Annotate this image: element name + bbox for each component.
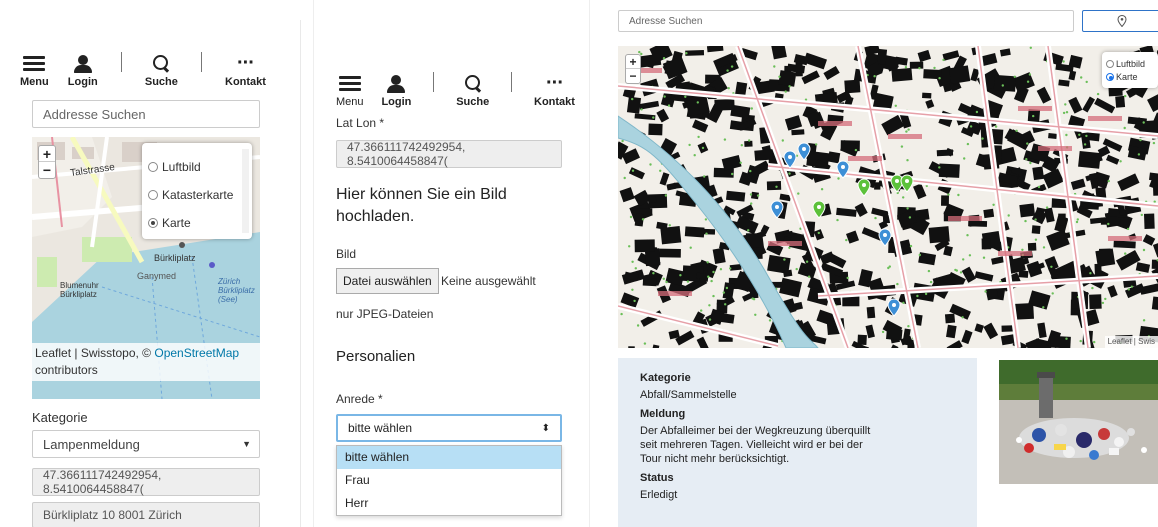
- address-search-input[interactable]: Addresse Suchen: [32, 100, 260, 128]
- search-button[interactable]: Suche: [145, 54, 178, 88]
- bild-label: Bild: [336, 247, 357, 261]
- status-heading: Status: [640, 472, 674, 484]
- status-value: Erledigt: [640, 489, 678, 501]
- menu-button[interactable]: Menu: [20, 53, 49, 88]
- zoom-in-button[interactable]: +: [626, 55, 640, 69]
- anrede-dropdown: bitte wählen Frau Herr: [336, 445, 562, 516]
- report-details: Kategorie Abfall/Sammelstelle Meldung De…: [618, 358, 977, 527]
- anrede-label: Anrede *: [336, 392, 383, 406]
- anrede-option[interactable]: Frau: [337, 469, 561, 492]
- anrede-select[interactable]: bitte wählen ⬍: [336, 414, 562, 442]
- openstreetmap-link[interactable]: OpenStreetMap: [154, 346, 239, 360]
- more-icon: ···: [236, 52, 255, 74]
- anrede-option[interactable]: bitte wählen: [337, 446, 561, 469]
- kategorie-select[interactable]: Lampenmeldung ▼: [32, 430, 260, 458]
- address-field: Bürkliplatz 10 8001 Zürich: [32, 502, 260, 527]
- layer-option-luftbild[interactable]: Luftbild: [148, 153, 252, 181]
- caret-down-icon: ▼: [242, 439, 251, 449]
- zoom-control: + −: [38, 145, 56, 179]
- radio-icon: [148, 162, 158, 172]
- hamburger-icon: [23, 53, 46, 74]
- mobile-view-map-form: Menu Login Suche ··· Kontakt Addresse Su…: [10, 0, 280, 527]
- panel-divider: [300, 20, 301, 527]
- top-nav: Menu Login Suche ··· Kontakt: [336, 72, 575, 108]
- layer-option-luftbild[interactable]: Luftbild: [1106, 57, 1158, 70]
- zoom-out-button[interactable]: −: [626, 69, 640, 83]
- contact-button[interactable]: ··· Kontakt: [225, 52, 266, 88]
- menu-button[interactable]: Menu: [336, 73, 364, 108]
- latlon-label: Lat Lon *: [336, 116, 385, 130]
- layer-option-karte[interactable]: Karte: [1106, 70, 1158, 83]
- caret-updown-icon: ⬍: [541, 422, 550, 434]
- personalien-heading: Personalien: [336, 348, 416, 365]
- meldung-heading: Meldung: [640, 408, 686, 420]
- zoom-out-button[interactable]: −: [39, 162, 55, 178]
- search-button[interactable]: Suche: [456, 74, 489, 108]
- kategorie-heading: Kategorie: [640, 372, 691, 384]
- map-attribution: Leaflet | Swisstopo, © OpenStreetMap con…: [32, 343, 260, 381]
- search-icon: [463, 74, 483, 94]
- kategorie-label: Kategorie: [32, 410, 88, 425]
- search-icon: [151, 54, 171, 74]
- map-attribution: Leaflet | Swis: [1104, 336, 1158, 348]
- nav-separator: [120, 52, 122, 72]
- radio-icon: [1106, 59, 1114, 68]
- layer-option-katasterkarte[interactable]: Katasterkarte: [148, 181, 252, 209]
- nav-separator: [200, 52, 202, 72]
- location-pin-icon: [1117, 15, 1127, 27]
- layer-switcher: Luftbild Katasterkarte Karte: [142, 143, 252, 239]
- map[interactable]: + − Luftbild Karte Leaflet | Swis: [618, 46, 1158, 348]
- radio-icon: [148, 190, 158, 200]
- user-icon: [386, 75, 406, 94]
- login-button[interactable]: Login: [68, 55, 98, 88]
- layer-switcher: Luftbild Karte: [1102, 52, 1158, 88]
- locate-button[interactable]: [1082, 10, 1158, 32]
- layer-scrollbar[interactable]: [242, 149, 249, 233]
- nav-separator: [433, 72, 435, 92]
- map-tiles: [618, 46, 1158, 348]
- file-choose-button[interactable]: Datei auswählen: [336, 268, 439, 294]
- login-button[interactable]: Login: [381, 75, 411, 108]
- nav-separator: [511, 72, 513, 92]
- map-label: Zürich Bürkliplatz (See): [218, 277, 255, 304]
- meldung-value: Der Abfalleimer bei der Wegkreuzung über…: [640, 425, 871, 465]
- map[interactable]: Talstrasse Bürkliplatz Ganymed Blumenuhr…: [32, 137, 260, 399]
- contact-button[interactable]: ··· Kontakt: [534, 72, 575, 108]
- report-photo[interactable]: [999, 360, 1158, 484]
- latlon-field: 47.366111742492954, 8.5410064458847(: [336, 140, 562, 168]
- upload-heading: Hier können Sie ein Bild hochladen.: [336, 186, 507, 225]
- radio-icon: [1106, 72, 1114, 81]
- user-icon: [73, 55, 93, 74]
- address-search-input[interactable]: Adresse Suchen: [618, 10, 1074, 32]
- layer-option-karte[interactable]: Karte: [148, 209, 252, 237]
- kategorie-value: Abfall/Sammelstelle: [640, 389, 737, 401]
- trash-photo-image: [999, 360, 1158, 484]
- hamburger-icon: [338, 73, 361, 94]
- latlon-field: 47.366111742492954, 8.5410064458847(: [32, 468, 260, 496]
- more-icon: ···: [546, 72, 564, 94]
- desktop-view-report: Adresse Suchen + − Luftbild Karte Leafle…: [612, 0, 1158, 527]
- file-hint: nur JPEG-Dateien: [336, 307, 434, 321]
- map-label: Bürkliplatz: [154, 253, 196, 263]
- zoom-control: + −: [625, 54, 641, 84]
- map-label: Ganymed: [137, 271, 177, 281]
- map-label: Blumenuhr Bürkliplatz: [60, 281, 99, 299]
- file-status: Keine ausgewählt: [441, 274, 536, 288]
- anrede-option[interactable]: Herr: [337, 492, 561, 515]
- zoom-in-button[interactable]: +: [39, 146, 55, 162]
- radio-icon: [148, 218, 158, 228]
- mobile-view-upload-form: Menu Login Suche ··· Kontakt Lat Lon * 4…: [313, 0, 590, 527]
- top-nav: Menu Login Suche ··· Kontakt: [20, 52, 266, 88]
